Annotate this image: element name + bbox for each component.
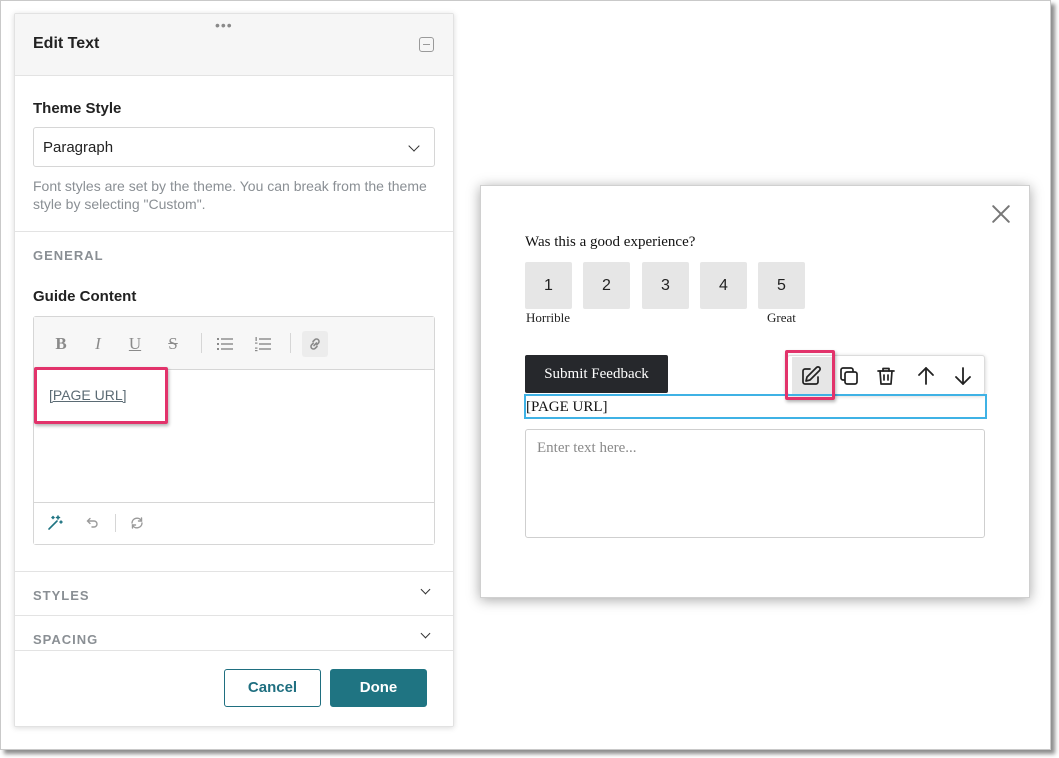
rating-button-2[interactable]: 2 (583, 262, 630, 309)
screenshot-frame: ••• Edit Text Theme Style Paragraph Font… (0, 0, 1051, 750)
question-text: Was this a good experience? (525, 234, 696, 250)
link-icon[interactable] (302, 331, 328, 357)
bold-button[interactable]: B (48, 331, 74, 357)
submit-feedback-button[interactable]: Submit Feedback (525, 355, 668, 393)
guide-content-label: Guide Content (33, 288, 137, 305)
general-caption: GENERAL (33, 248, 104, 263)
theme-style-help: Font styles are set by the theme. You ca… (33, 178, 427, 212)
rating-button-4[interactable]: 4 (700, 262, 747, 309)
rating-low-label: Horrible (526, 310, 571, 325)
toolbar-divider (201, 333, 202, 353)
bulleted-list-icon[interactable] (212, 331, 238, 357)
italic-button[interactable]: I (85, 331, 111, 357)
redo-icon[interactable] (129, 515, 145, 531)
strikethrough-button[interactable]: S (160, 331, 186, 357)
theme-style-label: Theme Style (33, 100, 122, 117)
styles-accordion[interactable]: STYLES (15, 571, 453, 615)
chevron-down-icon (408, 140, 420, 152)
panel-title: Edit Text (33, 35, 100, 52)
chevron-down-icon (420, 584, 431, 595)
rich-text-editor: B I U S [PAGE URL] (33, 316, 435, 545)
rating-button-1[interactable]: 1 (525, 262, 572, 309)
chevron-down-icon (420, 628, 431, 639)
annotation-highlight (785, 350, 835, 400)
footer-divider (115, 514, 116, 532)
rating-high-label: Great (767, 310, 796, 325)
done-button[interactable]: Done (330, 669, 427, 707)
editor-footer-toolbar (34, 502, 434, 544)
theme-style-section: Theme Style Paragraph Font styles are se… (15, 76, 453, 232)
rating-button-5[interactable]: 5 (758, 262, 805, 309)
duplicate-icon[interactable] (837, 364, 861, 388)
toolbar-divider (290, 333, 291, 353)
undo-icon[interactable] (84, 515, 100, 531)
underline-button[interactable]: U (122, 331, 148, 357)
feedback-textarea[interactable]: Enter text here... (525, 429, 985, 538)
drag-handle-icon[interactable]: ••• (215, 18, 233, 32)
feedback-guide-preview: Was this a good experience? 1 2 3 4 5 Ho… (480, 185, 1030, 598)
theme-style-select[interactable]: Paragraph (33, 127, 435, 167)
collapse-icon[interactable] (419, 37, 434, 52)
spacing-label: SPACING (33, 632, 99, 647)
close-icon[interactable] (989, 202, 1013, 226)
arrow-up-icon[interactable] (914, 364, 938, 388)
rating-button-3[interactable]: 3 (642, 262, 689, 309)
annotation-highlight (34, 367, 168, 424)
editor-toolbar: B I U S (34, 317, 434, 370)
styles-label: STYLES (33, 588, 90, 603)
panel-footer: Cancel Done (15, 650, 453, 726)
numbered-list-icon[interactable] (250, 331, 276, 357)
arrow-down-icon[interactable] (951, 364, 975, 388)
panel-header[interactable]: ••• Edit Text (15, 14, 453, 76)
cancel-button[interactable]: Cancel (224, 669, 321, 707)
page-url-text-block[interactable]: [PAGE URL] (524, 394, 987, 419)
magic-wand-icon[interactable] (47, 515, 63, 531)
trash-icon[interactable] (874, 364, 898, 388)
theme-style-value: Paragraph (43, 139, 114, 156)
